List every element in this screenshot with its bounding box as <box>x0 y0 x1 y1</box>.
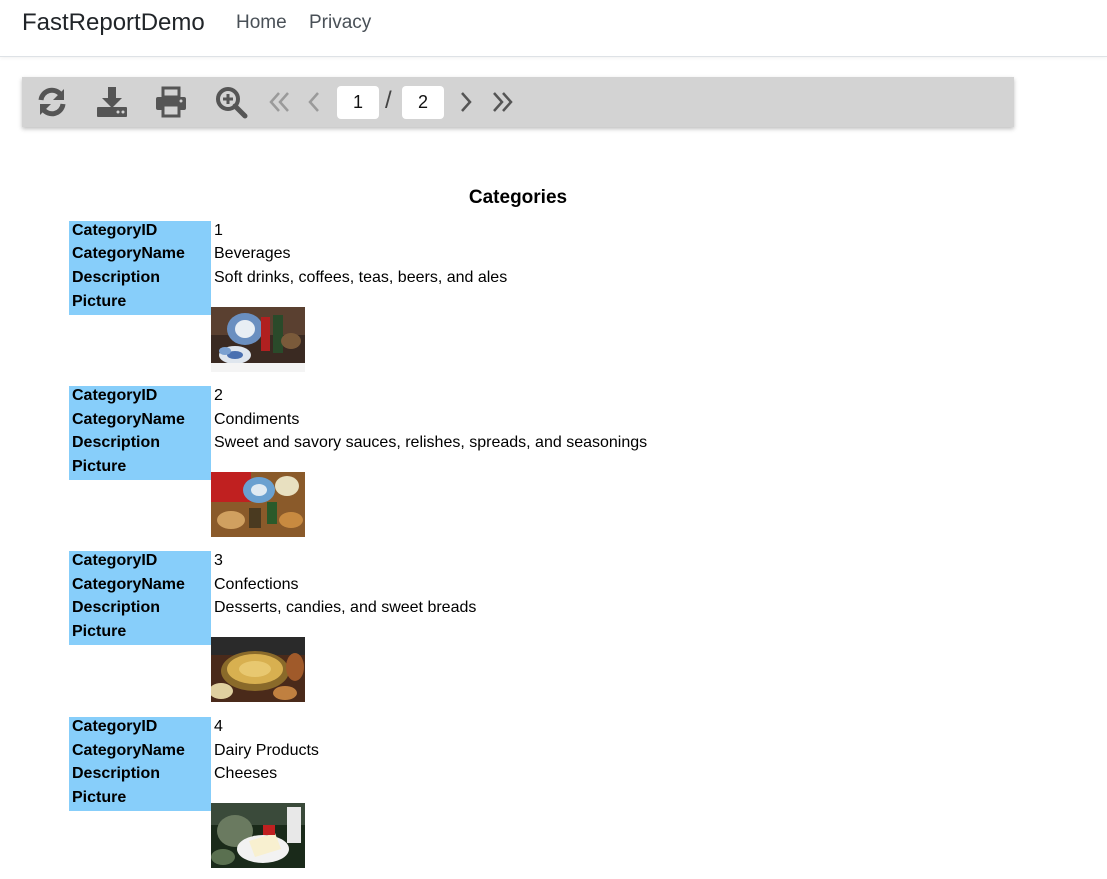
description-label: Description <box>72 765 161 782</box>
zoom-button[interactable] <box>211 77 251 127</box>
current-page-input[interactable] <box>337 86 379 119</box>
description-label: Description <box>72 434 161 451</box>
field-labels-panel: CategoryID CategoryName Description Pict… <box>69 386 211 480</box>
page-separator: / <box>385 87 392 114</box>
nav-privacy-link[interactable]: Privacy <box>309 12 371 34</box>
picture-label: Picture <box>72 623 127 640</box>
picture-label: Picture <box>72 293 127 310</box>
category-id-label: CategoryID <box>72 222 158 239</box>
zoom-in-icon <box>216 87 248 119</box>
last-page-icon <box>493 92 513 112</box>
report-title: Categories <box>468 187 568 208</box>
total-pages: 2 <box>402 86 444 119</box>
first-page-icon <box>269 92 289 112</box>
category-name-label: CategoryName <box>72 576 185 593</box>
category-id-value: 2 <box>214 387 223 404</box>
description-label: Description <box>72 599 161 616</box>
category-name-label: CategoryName <box>72 411 185 428</box>
field-labels-panel: CategoryID CategoryName Description Pict… <box>69 551 211 645</box>
picture-label: Picture <box>72 458 127 475</box>
print-button[interactable] <box>151 77 191 127</box>
category-record: CategoryID CategoryName Description Pict… <box>69 551 769 702</box>
beverages-photo <box>211 307 305 372</box>
field-labels-panel: CategoryID CategoryName Description Pict… <box>69 717 211 811</box>
nav-home-link[interactable]: Home <box>236 12 287 34</box>
category-record: CategoryID CategoryName Description Pict… <box>69 221 769 372</box>
category-name-value: Beverages <box>214 245 291 262</box>
field-labels-panel: CategoryID CategoryName Description Pict… <box>69 221 211 315</box>
description-value: Soft drinks, coffees, teas, beers, and a… <box>214 269 508 286</box>
condiments-photo <box>211 472 305 537</box>
category-id-value: 1 <box>214 222 223 239</box>
download-button[interactable] <box>92 77 132 127</box>
refresh-icon <box>38 87 66 117</box>
category-record: CategoryID CategoryName Description Pict… <box>69 717 769 868</box>
dairy-products-photo <box>211 803 305 868</box>
previous-page-button[interactable] <box>302 77 326 127</box>
category-record: CategoryID CategoryName Description Pict… <box>69 386 769 537</box>
category-id-label: CategoryID <box>72 552 158 569</box>
brand-link[interactable]: FastReportDemo <box>22 9 205 37</box>
print-icon <box>156 86 186 118</box>
description-value: Cheeses <box>214 765 278 782</box>
category-id-label: CategoryID <box>72 718 158 735</box>
first-page-button[interactable] <box>266 77 294 127</box>
navbar: FastReportDemo Home Privacy <box>0 0 1107 57</box>
refresh-button[interactable] <box>32 77 72 127</box>
previous-page-icon <box>308 92 319 112</box>
description-label: Description <box>72 269 161 286</box>
category-name-value: Condiments <box>214 411 300 428</box>
category-id-value: 3 <box>214 552 223 569</box>
description-value: Sweet and savory sauces, relishes, sprea… <box>214 434 648 451</box>
last-page-button[interactable] <box>488 77 516 127</box>
description-value: Desserts, candies, and sweet breads <box>214 599 477 616</box>
category-name-label: CategoryName <box>72 742 185 759</box>
category-id-value: 4 <box>214 718 223 735</box>
next-page-button[interactable] <box>454 77 478 127</box>
confections-photo <box>211 637 305 702</box>
category-name-label: CategoryName <box>72 245 185 262</box>
picture-label: Picture <box>72 789 127 806</box>
category-id-label: CategoryID <box>72 387 158 404</box>
report-toolbar: / 2 <box>22 77 1014 127</box>
download-icon <box>97 87 127 117</box>
category-name-value: Confections <box>214 576 299 593</box>
category-name-value: Dairy Products <box>214 742 319 759</box>
next-page-icon <box>461 92 472 112</box>
